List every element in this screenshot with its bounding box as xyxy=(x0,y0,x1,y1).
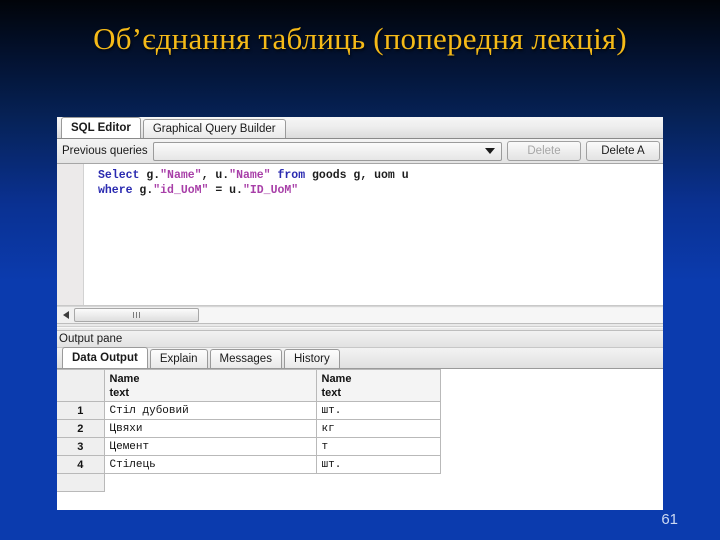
tab-data-output[interactable]: Data Output xyxy=(62,347,148,368)
delete-all-button[interactable]: Delete A xyxy=(586,141,660,161)
scrollbar-track[interactable] xyxy=(199,307,662,323)
previous-queries-toolbar: Previous queries Delete Delete A xyxy=(57,139,663,164)
tab-sql-editor[interactable]: SQL Editor xyxy=(61,117,141,138)
sql-text: g. xyxy=(132,184,154,197)
column-header-2-type: text xyxy=(321,386,342,399)
delete-all-button-label: Delete A xyxy=(601,145,645,157)
pane-splitter[interactable] xyxy=(57,323,663,331)
cell-uom[interactable]: кг xyxy=(315,419,441,438)
result-grid: Name text Name text 1 Стіл дубовий шт. 2 xyxy=(57,369,441,492)
sql-keyword-select: Select xyxy=(98,169,140,182)
row-number[interactable]: 4 xyxy=(57,455,105,474)
grid-header-row: Name text Name text xyxy=(57,369,441,402)
cell-uom[interactable]: т xyxy=(315,437,441,456)
column-header-1-name: Name xyxy=(109,372,140,385)
tab-messages-label: Messages xyxy=(219,353,272,365)
column-header-2-name: Name xyxy=(321,372,352,385)
sql-string: "id_UoM" xyxy=(153,184,209,197)
previous-queries-label: Previous queries xyxy=(62,145,148,157)
sql-keyword-from: from xyxy=(277,169,306,182)
editor-gutter xyxy=(57,164,84,305)
cell-name[interactable]: Цвяхи xyxy=(103,419,317,438)
delete-button-label: Delete xyxy=(527,145,561,157)
rownum-column-header[interactable] xyxy=(57,369,105,402)
tab-messages[interactable]: Messages xyxy=(209,349,282,368)
row-number[interactable]: 1 xyxy=(57,401,105,420)
tab-history-label: History xyxy=(293,353,330,365)
sql-text: = u. xyxy=(208,184,243,197)
tab-explain-label: Explain xyxy=(159,353,198,365)
tab-graphical-query-builder[interactable]: Graphical Query Builder xyxy=(142,119,286,138)
empty-cell xyxy=(104,473,316,492)
sql-string: "Name" xyxy=(229,169,271,182)
grid-filler xyxy=(57,492,663,510)
row-number-empty xyxy=(57,473,105,492)
sql-keyword-where: where xyxy=(98,184,133,197)
tab-sql-editor-label: SQL Editor xyxy=(71,122,131,134)
column-header-2[interactable]: Name text xyxy=(315,369,441,402)
output-tab-strip: Data Output Explain Messages History xyxy=(57,347,663,369)
grip-line xyxy=(136,312,137,318)
grid-body: 1 Стіл дубовий шт. 2 Цвяхи кг 3 Цемент т… xyxy=(57,401,441,492)
table-row[interactable]: 2 Цвяхи кг xyxy=(57,419,441,438)
cell-name[interactable]: Стілець xyxy=(103,455,317,474)
row-number[interactable]: 2 xyxy=(57,419,105,438)
sql-editor[interactable]: Select g."Name", u."Name" from goods g, … xyxy=(57,164,663,306)
cell-uom[interactable]: шт. xyxy=(315,401,441,420)
column-header-1[interactable]: Name text xyxy=(103,369,317,402)
output-pane-title: Output pane xyxy=(57,331,663,348)
editor-horizontal-scrollbar[interactable] xyxy=(57,306,663,323)
cell-name[interactable]: Стіл дубовий xyxy=(103,401,317,420)
cell-uom[interactable]: шт. xyxy=(315,455,441,474)
triangle-left-icon xyxy=(63,311,69,319)
pgadmin-query-window: SQL Editor Graphical Query Builder Previ… xyxy=(57,117,663,510)
scrollbar-thumb[interactable] xyxy=(74,308,199,322)
table-row[interactable]: 4 Стілець шт. xyxy=(57,455,441,474)
splitter-grip xyxy=(57,326,663,328)
delete-button[interactable]: Delete xyxy=(507,141,581,161)
page-title: Об’єднання таблиць (попередня лекція) xyxy=(93,21,627,56)
sql-code-area[interactable]: Select g."Name", u."Name" from goods g, … xyxy=(84,164,663,305)
cell-name[interactable]: Цемент xyxy=(103,437,317,456)
column-header-1-type: text xyxy=(109,386,130,399)
result-grid-scroll[interactable]: Name text Name text 1 Стіл дубовий шт. 2 xyxy=(57,369,663,510)
tab-history[interactable]: History xyxy=(283,349,340,368)
sql-string: "Name" xyxy=(160,169,202,182)
editor-tab-strip: SQL Editor Graphical Query Builder xyxy=(57,117,663,139)
slide-page-number: 61 xyxy=(661,511,678,528)
sql-string: "ID_UoM" xyxy=(242,184,299,197)
grip-line xyxy=(139,312,140,318)
tab-explain[interactable]: Explain xyxy=(149,349,208,368)
row-number[interactable]: 3 xyxy=(57,437,105,456)
empty-cell xyxy=(316,473,440,492)
grip-line xyxy=(133,312,134,318)
previous-queries-combo[interactable] xyxy=(152,141,502,161)
table-row[interactable]: 1 Стіл дубовий шт. xyxy=(57,401,441,420)
table-row[interactable]: 3 Цемент т xyxy=(57,437,441,456)
tab-data-output-label: Data Output xyxy=(72,352,138,364)
scroll-left-button[interactable] xyxy=(58,307,74,323)
tab-graphical-query-builder-label: Graphical Query Builder xyxy=(152,123,276,135)
sql-text: goods g, uom u xyxy=(305,169,409,182)
chevron-down-icon xyxy=(485,148,495,154)
output-pane-title-label: Output pane xyxy=(59,333,123,345)
sql-text: , u. xyxy=(201,169,230,182)
sql-text: g. xyxy=(139,169,161,182)
grid-empty-row xyxy=(57,473,440,492)
